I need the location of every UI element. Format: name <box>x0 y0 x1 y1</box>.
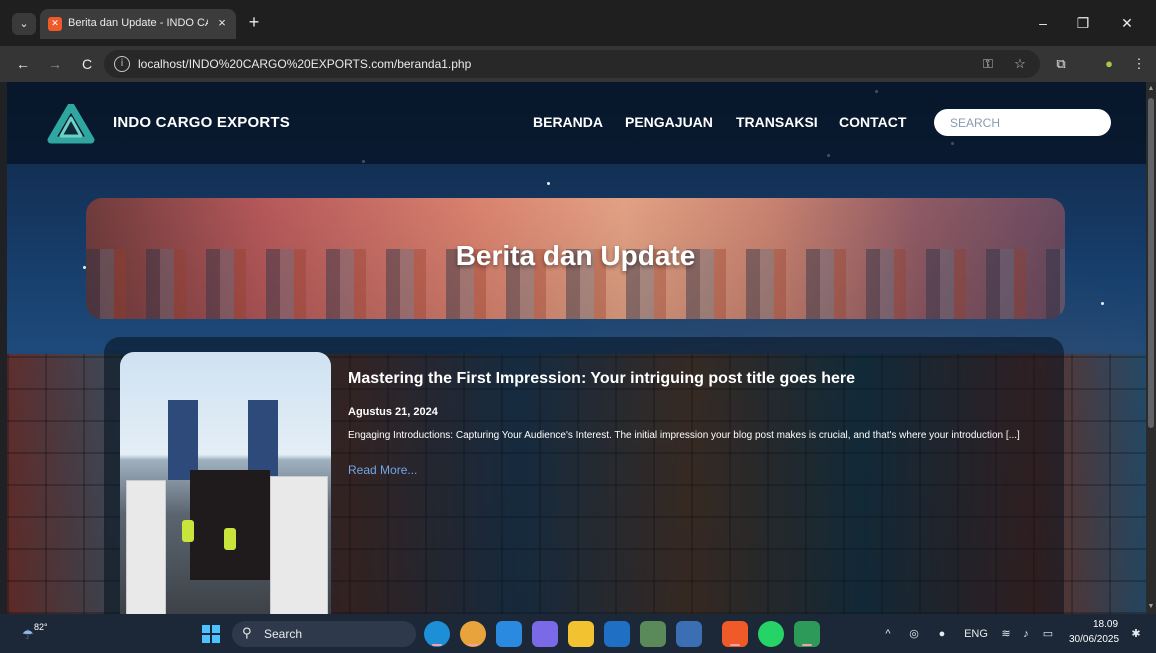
read-more-link[interactable]: Read More... <box>348 463 417 477</box>
close-window-button[interactable]: ✕ <box>1112 10 1142 36</box>
more-menu-icon[interactable]: ⋮ <box>1128 53 1150 75</box>
worker-shape <box>182 520 194 542</box>
nav-contact[interactable]: CONTACT <box>839 114 906 130</box>
forward-button[interactable]: → <box>44 53 66 75</box>
reload-button[interactable]: C <box>76 53 98 75</box>
volume-icon[interactable]: ♪ <box>1018 624 1034 644</box>
new-tab-button[interactable]: + <box>244 12 264 32</box>
tab-title: Berita dan Update - INDO CARGO EXPORTS <box>68 17 208 29</box>
outlook-icon[interactable] <box>604 621 630 647</box>
address-bar[interactable]: i localhost/INDO%20CARGO%20EXPORTS.com/b… <box>104 50 1040 78</box>
bookmark-star-icon[interactable]: ☆ <box>1010 55 1030 73</box>
page-viewport: INDO CARGO EXPORTS BERANDA PENGAJUAN TRA… <box>7 82 1146 614</box>
chrome-icon[interactable] <box>460 621 486 647</box>
page-scrollbar[interactable]: ▲ ▼ <box>1146 82 1156 614</box>
scroll-up-icon[interactable]: ▲ <box>1146 84 1156 94</box>
minimize-button[interactable]: – <box>1028 10 1058 36</box>
background-light <box>547 182 550 185</box>
site-header: INDO CARGO EXPORTS BERANDA PENGAJUAN TRA… <box>7 82 1146 164</box>
windows-start-icon[interactable] <box>202 625 220 643</box>
cargo-bale <box>126 480 166 614</box>
app-running-indicator <box>468 644 478 646</box>
tab-search-button[interactable]: ⌄ <box>12 13 36 35</box>
hero-banner: Berita dan Update <box>86 198 1065 319</box>
photos-icon[interactable] <box>640 621 666 647</box>
language-indicator[interactable]: ENG <box>962 624 990 644</box>
brand-name[interactable]: INDO CARGO EXPORTS <box>113 114 290 131</box>
xampp-icon[interactable] <box>722 621 748 647</box>
background-light <box>1101 302 1104 305</box>
browser-toolbar: ← → C i localhost/INDO%20CARGO%20EXPORTS… <box>0 46 1156 82</box>
nav-transaksi[interactable]: TRANSAKSI <box>736 114 818 130</box>
browser-tab-active[interactable]: ✕ Berita dan Update - INDO CARGO EXPORTS… <box>40 9 236 39</box>
key-icon[interactable]: ⚿ <box>978 55 998 73</box>
post-card: Mastering the First Impression: Your int… <box>104 337 1064 614</box>
wifi-icon[interactable]: ≋ <box>998 624 1014 644</box>
search-input[interactable] <box>934 109 1111 136</box>
clock-time[interactable]: 18.09 <box>1093 619 1118 630</box>
post-thumbnail[interactable] <box>120 352 331 614</box>
notifications-icon[interactable]: ✱ <box>1128 624 1144 644</box>
battery-icon[interactable]: ▭ <box>1040 624 1056 644</box>
app-running-indicator <box>802 644 812 646</box>
antivirus-icon[interactable]: ◎ <box>906 624 922 644</box>
copilot-icon[interactable] <box>532 621 558 647</box>
crane-shape <box>248 400 278 480</box>
crane-shape <box>168 400 198 480</box>
cloud-icon[interactable]: ● <box>934 624 950 644</box>
edge-icon[interactable] <box>424 621 450 647</box>
app-running-indicator <box>432 644 442 646</box>
weather-temperature: 82° <box>34 622 48 632</box>
post-excerpt: Engaging Introductions: Capturing Your A… <box>348 430 1020 441</box>
whatsapp-icon[interactable] <box>758 621 784 647</box>
app-icon[interactable] <box>794 621 820 647</box>
cargo-logo-icon[interactable] <box>47 104 95 148</box>
page-title: Berita dan Update <box>455 240 696 271</box>
post-date: Agustus 21, 2024 <box>348 406 438 418</box>
scroll-down-icon[interactable]: ▼ <box>1146 602 1156 612</box>
post-title[interactable]: Mastering the First Impression: Your int… <box>348 370 855 388</box>
weather-widget[interactable]: ☂ 82° <box>22 622 52 646</box>
vscode-icon[interactable] <box>496 621 522 647</box>
url-text[interactable]: localhost/INDO%20CARGO%20EXPORTS.com/ber… <box>138 57 471 71</box>
worker-shape <box>224 528 236 550</box>
taskbar-search[interactable]: ⚲ Search <box>232 621 416 647</box>
site-info-icon[interactable]: i <box>114 56 130 72</box>
extensions-icon[interactable]: ⧉ <box>1050 53 1072 75</box>
xampp-favicon-icon: ✕ <box>48 17 62 31</box>
tab-close-button[interactable]: × <box>214 15 230 31</box>
cargo-bale <box>270 476 328 614</box>
app-running-indicator <box>730 644 740 646</box>
nav-pengajuan[interactable]: PENGAJUAN <box>625 114 713 130</box>
calculator-icon[interactable] <box>676 621 702 647</box>
scrollbar-thumb[interactable] <box>1148 98 1154 428</box>
taskbar-search-label: Search <box>264 627 303 641</box>
windows-taskbar: ☂ 82° ⚲ Search ^ ◎ ● ENG ≋ ♪ ▭ 18.09 30/… <box>0 614 1156 653</box>
back-button[interactable]: ← <box>12 53 34 75</box>
profile-avatar-icon[interactable]: ● <box>1098 53 1120 75</box>
truck-shape <box>190 470 270 580</box>
nav-beranda[interactable]: BERANDA <box>533 114 603 130</box>
clock-date[interactable]: 30/06/2025 <box>1069 634 1119 645</box>
search-icon: ⚲ <box>242 626 252 641</box>
browser-tab-bar: ⌄ ✕ Berita dan Update - INDO CARGO EXPOR… <box>0 0 1156 46</box>
chevron-down-icon: ⌄ <box>19 18 29 30</box>
restore-button[interactable]: ❐ <box>1068 10 1098 36</box>
file-explorer-icon[interactable] <box>568 621 594 647</box>
chevron-up-icon[interactable]: ^ <box>880 624 896 644</box>
